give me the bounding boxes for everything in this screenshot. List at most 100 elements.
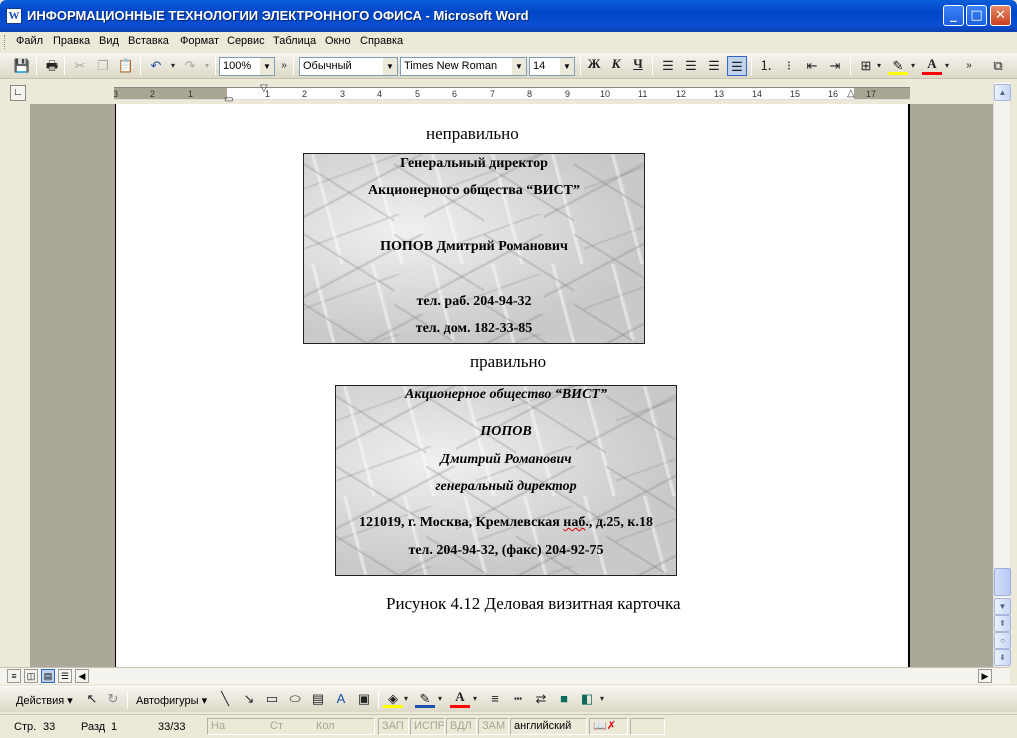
minimize-button[interactable]: _: [943, 5, 964, 26]
outline-view-icon[interactable]: ☰: [58, 669, 72, 683]
highlight-dropdown-icon[interactable]: ▾: [908, 56, 918, 76]
italic-button[interactable]: К: [606, 56, 626, 76]
toolbar-options-icon[interactable]: »: [278, 56, 290, 76]
align-center-icon[interactable]: ☰: [681, 56, 701, 76]
font-color-dropdown-icon[interactable]: ▾: [942, 56, 952, 76]
menu-tools[interactable]: Сервис: [227, 35, 265, 47]
normal-view-icon[interactable]: ≡: [7, 669, 21, 683]
maximize-button[interactable]: □: [966, 5, 987, 26]
menu-grip[interactable]: [4, 35, 7, 49]
web-view-icon[interactable]: ◫: [24, 669, 38, 683]
tab-selector[interactable]: ∟: [10, 85, 26, 101]
chevron-down-icon[interactable]: ▼: [512, 58, 526, 75]
toolbar-options-icon[interactable]: »: [962, 56, 976, 76]
chevron-down-icon[interactable]: ▼: [383, 58, 397, 75]
borders-icon[interactable]: ⊞: [856, 56, 876, 76]
fill-color-dropdown-icon[interactable]: ▾: [401, 689, 411, 709]
redo-dropdown-icon[interactable]: ▾: [197, 56, 217, 76]
scroll-left-icon[interactable]: ◀: [75, 669, 89, 683]
autoshapes-menu[interactable]: Автофигуры ▾: [136, 694, 207, 707]
menu-help[interactable]: Справка: [360, 35, 403, 47]
menu-edit[interactable]: Правка: [53, 35, 90, 47]
menu-insert[interactable]: Вставка: [128, 35, 169, 47]
toolbar-separator: [850, 57, 851, 75]
underline-button[interactable]: Ч: [628, 56, 648, 76]
3d-icon[interactable]: ◧: [577, 689, 597, 709]
font-size-select[interactable]: 14 ▼: [529, 57, 575, 76]
first-line-indent-marker[interactable]: ▽: [260, 83, 268, 94]
print-icon[interactable]: 🖶: [42, 56, 62, 76]
insert-picture-icon[interactable]: ▣: [354, 689, 374, 709]
next-page-icon[interactable]: ⇟: [994, 649, 1011, 666]
arrow-style-icon[interactable]: ⇄: [531, 689, 551, 709]
highlight-icon[interactable]: ✎: [888, 56, 908, 75]
scroll-right-icon[interactable]: ▶: [978, 669, 992, 683]
select-objects-icon[interactable]: ↖: [82, 689, 102, 709]
align-right-icon[interactable]: ☰: [704, 56, 724, 76]
vertical-scrollbar[interactable]: ▲ ▼ ⇞ ○ ⇟: [993, 82, 1011, 667]
font-color-icon[interactable]: A: [450, 689, 470, 708]
line-color-dropdown-icon[interactable]: ▾: [435, 689, 445, 709]
bold-button[interactable]: Ж: [584, 56, 604, 76]
line-style-icon[interactable]: ≡: [485, 689, 505, 709]
line-color-icon[interactable]: ✎: [415, 689, 435, 708]
numbered-list-icon[interactable]: ⒈: [756, 56, 776, 76]
justify-icon[interactable]: ☰: [727, 56, 747, 76]
text-box-icon[interactable]: ▤: [308, 689, 328, 709]
save-icon[interactable]: 💾: [12, 56, 32, 76]
cut-icon[interactable]: ✂: [70, 56, 90, 76]
menu-file[interactable]: Файл: [16, 35, 43, 47]
status-language[interactable]: английский: [510, 718, 587, 735]
horizontal-scrollbar[interactable]: ≡ ◫ ▤ ☰ ◀ ▶: [0, 667, 1010, 684]
chevron-down-icon[interactable]: ▼: [560, 58, 574, 75]
select-browse-object-icon[interactable]: ○: [994, 632, 1011, 649]
business-card-wrong[interactable]: Генеральный директор Акционерного общест…: [303, 153, 645, 344]
align-left-icon[interactable]: ☰: [658, 56, 678, 76]
print-layout-view-icon[interactable]: ▤: [41, 669, 55, 683]
line-icon[interactable]: ╲: [215, 689, 235, 709]
decrease-indent-icon[interactable]: ⇤: [802, 56, 822, 76]
research-icon[interactable]: ⧉: [988, 56, 1008, 76]
actions-menu[interactable]: Действия ▾: [16, 694, 73, 707]
status-overtype[interactable]: ЗАМ: [478, 718, 509, 735]
status-position[interactable]: На Ст Кол: [207, 718, 375, 735]
bulleted-list-icon[interactable]: ⁝: [779, 56, 799, 76]
font-color-dropdown-icon[interactable]: ▾: [470, 689, 480, 709]
rotate-icon[interactable]: ↻: [103, 689, 123, 709]
rectangle-icon[interactable]: ▭: [262, 689, 282, 709]
dash-style-icon[interactable]: ┅: [508, 689, 528, 709]
font-color-icon[interactable]: A: [922, 56, 942, 75]
right-indent-marker[interactable]: △: [847, 88, 855, 99]
previous-page-icon[interactable]: ⇞: [994, 615, 1011, 632]
oval-icon[interactable]: ⬭: [285, 689, 305, 709]
status-track-changes[interactable]: ИСПР: [410, 718, 445, 735]
style-select[interactable]: Обычный ▼: [299, 57, 398, 76]
copy-icon[interactable]: ❐: [93, 56, 113, 76]
arrow-icon[interactable]: ↘: [239, 689, 259, 709]
borders-dropdown-icon[interactable]: ▾: [874, 56, 884, 76]
status-record[interactable]: ЗАП: [378, 718, 409, 735]
menu-table[interactable]: Таблица: [273, 35, 316, 47]
zoom-select[interactable]: 100% ▼: [219, 57, 275, 76]
scroll-thumb[interactable]: [994, 568, 1011, 596]
fill-color-icon[interactable]: ◈: [383, 689, 403, 708]
document-page[interactable]: неправильно Генеральный директор Акционе…: [115, 104, 910, 667]
paste-icon[interactable]: 📋: [116, 56, 136, 76]
status-spelling[interactable]: 📖✗: [589, 718, 628, 735]
status-extend[interactable]: ВДЛ: [446, 718, 477, 735]
font-select[interactable]: Times New Roman ▼: [400, 57, 527, 76]
menu-format[interactable]: Формат: [180, 35, 219, 47]
chevron-down-icon[interactable]: ▼: [260, 58, 274, 75]
scroll-up-icon[interactable]: ▲: [994, 84, 1011, 101]
wordart-icon[interactable]: A: [331, 689, 351, 709]
toolbar-options-icon[interactable]: ▾: [597, 689, 607, 709]
shadow-icon[interactable]: ■: [554, 689, 574, 709]
increase-indent-icon[interactable]: ⇥: [825, 56, 845, 76]
menu-view[interactable]: Вид: [99, 35, 119, 47]
close-button[interactable]: ✕: [990, 5, 1011, 26]
menu-window[interactable]: Окно: [325, 35, 351, 47]
business-card-right[interactable]: Акционерное общество “ВИСТ” ПОПОВ Дмитри…: [335, 385, 677, 576]
word-document-icon[interactable]: W: [6, 8, 22, 24]
scroll-down-icon[interactable]: ▼: [994, 598, 1011, 615]
card-line: ПОПОВ: [480, 424, 532, 439]
